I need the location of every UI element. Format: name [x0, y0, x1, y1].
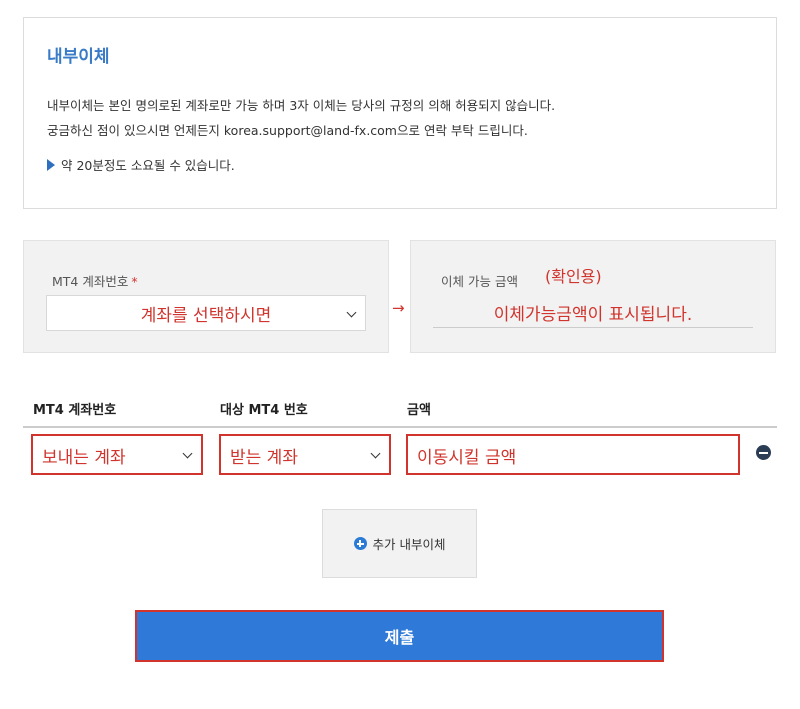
available-amount-display-text: 이체가능금액이 표시됩니다.: [493, 304, 693, 325]
available-amount-panel: 이체 가능 금액 (확인용) 이체가능금액이 표시됩니다.: [410, 240, 776, 353]
column-header-target-account: 대상 MT4 번호: [220, 403, 308, 418]
from-account-select[interactable]: 보내는 계좌: [31, 434, 203, 475]
account-select-label-text: MT4 계좌번호: [52, 274, 129, 289]
account-select-label: MT4 계좌번호 *: [52, 271, 138, 290]
triangle-right-icon: [47, 158, 55, 171]
available-amount-hint: (확인용): [545, 267, 602, 286]
info-text-line1: 내부이체는 본인 명의로된 계좌로만 가능 하며 3자 이체는 당사의 규정의 …: [47, 98, 556, 113]
info-text-line2: 궁금하신 점이 있으시면 언제든지 korea.support@land-fx.…: [47, 123, 528, 138]
account-select-panel: MT4 계좌번호 * 계좌를 선택하시면: [23, 240, 389, 353]
chevron-down-icon: [370, 448, 381, 459]
account-select-placeholder: 계좌를 선택하시면: [140, 305, 272, 326]
add-internal-transfer-label: 추가 내부이체: [372, 537, 446, 552]
chevron-down-icon: [182, 448, 193, 459]
from-account-select-text: 보내는 계좌: [42, 448, 126, 468]
amount-input[interactable]: 이동시킬 금액: [406, 434, 740, 475]
chevron-down-icon: [346, 307, 357, 318]
to-account-select[interactable]: 받는 계좌: [219, 434, 391, 475]
table-divider: [23, 426, 777, 428]
amount-input-text: 이동시킬 금액: [417, 448, 517, 468]
info-box: 내부이체 내부이체는 본인 명의로된 계좌로만 가능 하며 3자 이체는 당사의…: [23, 17, 777, 209]
available-amount-display: 이체가능금액이 표시됩니다.: [433, 297, 753, 328]
plus-circle-icon: [353, 537, 367, 550]
to-account-select-text: 받는 계좌: [230, 448, 298, 468]
available-amount-label: 이체 가능 금액: [441, 274, 518, 289]
remove-row-minus-icon[interactable]: [756, 445, 771, 460]
processing-time-note: 약 20분정도 소요될 수 있습니다.: [47, 155, 235, 174]
column-header-amount: 금액: [407, 403, 431, 418]
section-title: 내부이체: [47, 47, 110, 67]
account-select[interactable]: 계좌를 선택하시면: [46, 295, 366, 331]
required-mark: *: [131, 274, 138, 289]
column-header-from-account: MT4 계좌번호: [33, 403, 117, 418]
processing-time-text: 약 20분정도 소요될 수 있습니다.: [61, 158, 235, 173]
arrow-right-annotation: →: [392, 299, 405, 317]
add-internal-transfer-button[interactable]: 추가 내부이체: [322, 509, 477, 578]
submit-button-label: 제출: [384, 628, 415, 647]
submit-button[interactable]: 제출: [135, 610, 664, 662]
